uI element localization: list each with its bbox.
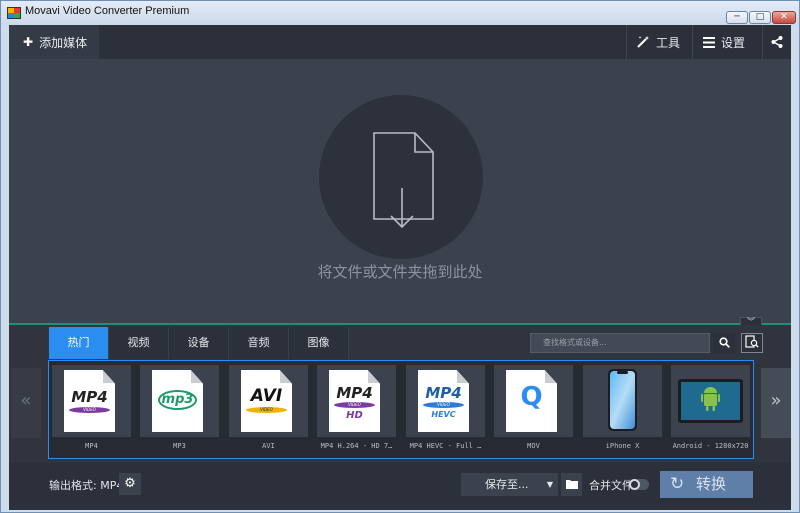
format-card-avi[interactable]: AVI VIDEO AVI <box>229 365 308 459</box>
format-card-mp3[interactable]: mp3 MP3 <box>140 365 219 459</box>
drop-hint: 将文件或文件夹拖到此处 <box>317 263 483 281</box>
detect-device-button[interactable] <box>741 333 763 353</box>
format-logo-text: Q <box>520 382 543 412</box>
format-logo-text: MP4 <box>71 388 108 406</box>
mov-format-icon: Q <box>506 370 557 432</box>
tab-audio[interactable]: 音频 <box>229 327 289 359</box>
maximize-button[interactable]: □ <box>749 11 771 24</box>
chevron-double-right-icon: » <box>770 390 782 411</box>
format-panel: 热门 视频 设备 音频 图像 查找格式或设备... « » MP4 VIDEO … <box>9 325 791 463</box>
device-card-android-1280x720[interactable]: Android - 1280x720 <box>671 365 750 459</box>
format-logo-text: MP4 <box>336 384 373 402</box>
tools-label: 工具 <box>656 35 681 50</box>
settings-button[interactable]: 设置 <box>692 25 762 59</box>
format-name: iPhone X <box>605 442 640 450</box>
format-card-mov[interactable]: Q MOV <box>494 365 573 459</box>
share-button[interactable] <box>762 25 791 59</box>
merge-files-label: 合并文件 <box>589 479 633 492</box>
iphone-icon <box>608 369 637 431</box>
menu-lines-icon <box>703 36 715 48</box>
plus-icon: ✚ <box>23 35 34 49</box>
format-tile: MP4 VIDEO HEVC <box>406 365 485 437</box>
window-title: Movavi Video Converter Premium <box>25 5 190 17</box>
add-media-button[interactable]: ✚ 添加媒体 <box>9 25 99 59</box>
movavi-app-icon <box>7 7 21 19</box>
avi-format-icon: AVI VIDEO <box>241 370 292 432</box>
mp4-hd-format-icon: MP4 VIDEO HD <box>329 370 380 432</box>
format-name: MP4 H.264 - HD 7… <box>320 442 393 450</box>
device-search-icon <box>745 335 759 348</box>
search-button[interactable] <box>713 333 735 353</box>
refresh-icon: ↻ <box>670 474 685 494</box>
format-sub-text: HEVC <box>431 410 456 419</box>
folder-icon <box>565 480 578 489</box>
toolbar: ✚ 添加媒体 工具 设置 <box>9 25 791 59</box>
format-name: MOV <box>527 442 540 450</box>
format-band: VIDEO <box>423 402 464 408</box>
format-tile <box>583 365 662 437</box>
format-tile: MP4 VIDEO <box>52 365 131 437</box>
format-tile: mp3 <box>140 365 219 437</box>
close-button[interactable]: ✕ <box>772 11 796 24</box>
format-name: MP4 <box>85 442 98 450</box>
tab-video[interactable]: 视频 <box>109 327 169 359</box>
scroll-left-button[interactable]: « <box>11 368 41 438</box>
output-settings-button[interactable]: ⚙ <box>119 473 141 495</box>
mp4-hevc-format-icon: MP4 VIDEO HEVC <box>418 370 469 432</box>
title-bar[interactable]: Movavi Video Converter Premium ─ □ ✕ <box>1 1 799 25</box>
format-logo-text: AVI <box>250 386 283 406</box>
format-band: VIDEO <box>69 407 110 413</box>
bottom-bar: 输出格式: MP4 ⚙ 保存至... ▼ 合并文件 ↻ 转换 <box>9 463 791 510</box>
format-name: MP4 HEVC - Full … <box>409 442 482 450</box>
settings-label: 设置 <box>721 35 746 50</box>
format-card-mp4[interactable]: MP4 VIDEO MP4 <box>52 365 131 459</box>
convert-label: 转换 <box>696 475 727 493</box>
search-icon <box>718 337 730 348</box>
mp3-format-icon: mp3 <box>152 370 203 432</box>
format-band: VIDEO <box>334 402 375 408</box>
add-media-label: 添加媒体 <box>39 35 88 50</box>
scroll-right-button[interactable]: » <box>761 368 791 438</box>
toggle-knob <box>629 479 640 490</box>
output-format-label: 输出格式: MP4 <box>49 479 124 492</box>
file-import-icon <box>373 132 434 229</box>
format-card-mp4-h264-hd[interactable]: MP4 VIDEO HD MP4 H.264 - HD 7… <box>317 365 396 459</box>
format-tile: AVI VIDEO <box>229 365 308 437</box>
magic-wand-icon <box>637 36 649 48</box>
save-to-label: 保存至... <box>485 478 529 491</box>
main-area: ✚ 添加媒体 工具 设置 将文件或文件夹拖到此处 ︾ 热门 视频 设备 音频 图… <box>9 25 791 510</box>
mp4-format-icon: MP4 VIDEO <box>64 370 115 432</box>
caret-down-icon: ▼ <box>546 480 553 489</box>
format-name: MP3 <box>173 442 186 450</box>
format-card-mp4-hevc[interactable]: MP4 VIDEO HEVC MP4 HEVC - Full … <box>406 365 485 459</box>
share-icon <box>771 36 783 48</box>
format-tile: MP4 VIDEO HD <box>317 365 396 437</box>
drop-zone[interactable]: 将文件或文件夹拖到此处 <box>9 59 791 324</box>
gear-icon: ⚙ <box>124 476 136 491</box>
format-sub-text: HD <box>346 410 363 421</box>
format-band: VIDEO <box>246 407 287 413</box>
android-tablet-icon <box>678 379 743 423</box>
convert-button[interactable]: ↻ 转换 <box>660 471 753 498</box>
open-folder-button[interactable] <box>561 473 582 496</box>
drop-circle <box>319 95 483 259</box>
format-list: MP4 VIDEO MP4 mp3 MP3 AVI VIDEO AVI MP4 … <box>48 360 754 459</box>
save-to-dropdown[interactable]: 保存至... ▼ <box>461 473 558 496</box>
app-window: Movavi Video Converter Premium ─ □ ✕ ✚ 添… <box>0 0 800 513</box>
tools-button[interactable]: 工具 <box>626 25 692 59</box>
format-name: AVI <box>262 442 275 450</box>
chevron-double-left-icon: « <box>20 390 32 411</box>
tab-popular[interactable]: 热门 <box>49 327 109 359</box>
format-tile <box>671 365 750 437</box>
minimize-button[interactable]: ─ <box>726 11 748 24</box>
tab-images[interactable]: 图像 <box>289 327 349 359</box>
format-tile: Q <box>494 365 573 437</box>
format-search-input[interactable]: 查找格式或设备... <box>530 333 710 353</box>
tab-devices[interactable]: 设备 <box>169 327 229 359</box>
format-logo-text: mp3 <box>161 392 194 407</box>
format-name: Android - 1280x720 <box>672 442 749 450</box>
device-card-iphone-x[interactable]: iPhone X <box>583 365 662 459</box>
merge-files-toggle[interactable] <box>629 479 649 490</box>
format-logo-text: MP4 <box>425 384 462 402</box>
